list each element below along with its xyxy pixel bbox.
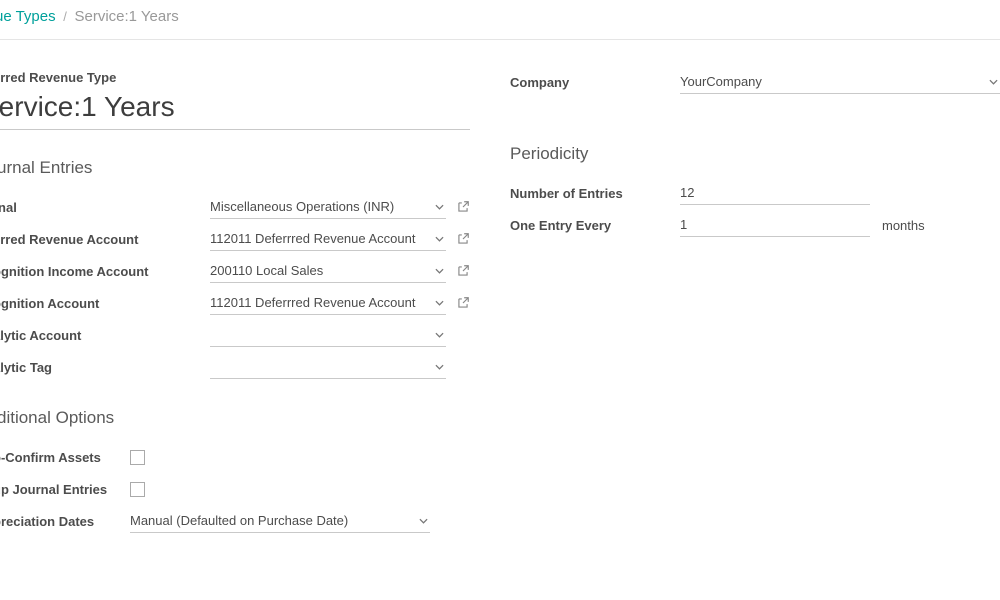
- journal-entries-heading: …urnal Entries: [0, 158, 470, 178]
- external-link-icon[interactable]: [456, 264, 470, 278]
- breadcrumb-separator: /: [63, 9, 67, 24]
- one-entry-every-label: One Entry Every: [510, 218, 680, 233]
- one-entry-every-unit: months: [882, 218, 925, 233]
- analytic-account-select[interactable]: [210, 323, 446, 347]
- number-of-entries-input[interactable]: [680, 181, 870, 205]
- recognition-account-select[interactable]: [210, 291, 446, 315]
- analytic-account-label: …alytic Account: [0, 328, 210, 343]
- type-name-input[interactable]: [0, 87, 470, 130]
- deferred-revenue-account-select[interactable]: [210, 227, 446, 251]
- recognition-account-label: …ognition Account: [0, 296, 210, 311]
- breadcrumb-current: Service:1 Years: [74, 8, 178, 25]
- journal-label: …rnal: [0, 200, 210, 215]
- group-entries-checkbox[interactable]: [130, 482, 145, 497]
- number-of-entries-label: Number of Entries: [510, 186, 680, 201]
- breadcrumb-parent-link[interactable]: …ue Types: [0, 8, 56, 25]
- auto-confirm-checkbox[interactable]: [130, 450, 145, 465]
- group-entries-label: …up Journal Entries: [0, 482, 130, 497]
- one-entry-every-input[interactable]: [680, 213, 870, 237]
- journal-select[interactable]: [210, 195, 446, 219]
- depreciation-dates-select[interactable]: [130, 509, 430, 533]
- additional-options-heading: …ditional Options: [0, 408, 470, 428]
- analytic-tag-label: …alytic Tag: [0, 360, 210, 375]
- depreciation-dates-label: …preciation Dates: [0, 514, 130, 529]
- external-link-icon[interactable]: [456, 200, 470, 214]
- external-link-icon[interactable]: [456, 296, 470, 310]
- external-link-icon[interactable]: [456, 232, 470, 246]
- periodicity-heading: Periodicity: [510, 144, 1000, 164]
- recognition-income-account-select[interactable]: [210, 259, 446, 283]
- type-label: …erred Revenue Type: [0, 70, 470, 85]
- breadcrumb: …ue Types / Service:1 Years: [0, 0, 1000, 39]
- company-label: Company: [510, 75, 680, 90]
- analytic-tag-select[interactable]: [210, 355, 446, 379]
- auto-confirm-label: …o-Confirm Assets: [0, 450, 130, 465]
- company-select[interactable]: [680, 70, 1000, 94]
- deferred-revenue-account-label: …erred Revenue Account: [0, 232, 210, 247]
- recognition-income-account-label: …ognition Income Account: [0, 264, 210, 279]
